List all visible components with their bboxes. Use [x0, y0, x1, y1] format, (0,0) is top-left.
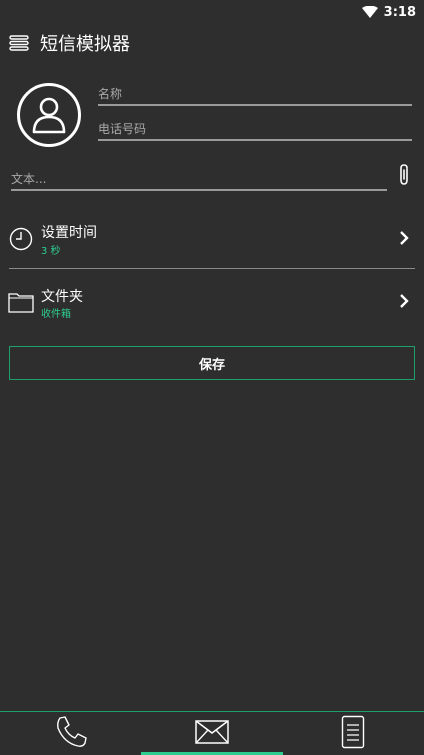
setting-label-time: 设置时间	[41, 225, 97, 241]
chevron-right-icon	[397, 294, 411, 308]
bottom-nav	[0, 711, 424, 755]
tab-phone[interactable]	[0, 712, 141, 755]
message-text-field[interactable]	[11, 171, 387, 191]
tab-messages[interactable]	[141, 712, 283, 755]
envelope-icon	[195, 719, 229, 748]
setting-row-time[interactable]: 设置时间 3 秒	[0, 212, 424, 268]
menu-icon[interactable]	[8, 33, 30, 53]
setting-row-folder[interactable]: 文件夹 收件箱	[0, 276, 424, 332]
person-icon	[32, 97, 66, 134]
tab-documents[interactable]	[283, 712, 424, 755]
paperclip-icon[interactable]	[396, 163, 412, 187]
save-button[interactable]: 保存	[9, 346, 415, 380]
clock-icon	[8, 226, 34, 252]
setting-value-time: 3 秒	[41, 246, 61, 257]
contact-avatar[interactable]	[17, 83, 81, 147]
app-title: 短信模拟器	[40, 34, 130, 55]
folder-icon	[8, 289, 34, 315]
setting-value-folder: 收件箱	[41, 309, 71, 320]
phone-field[interactable]	[98, 121, 412, 141]
status-time: 3:18	[383, 4, 416, 20]
setting-label-folder: 文件夹	[41, 289, 83, 305]
chevron-right-icon	[397, 231, 411, 245]
divider	[9, 268, 415, 269]
phone-icon	[54, 715, 88, 753]
document-icon	[341, 715, 365, 753]
wifi-icon	[361, 6, 378, 18]
app-toolbar: 短信模拟器	[0, 24, 424, 62]
name-field[interactable]	[98, 86, 412, 106]
status-bar: 3:18	[0, 0, 424, 24]
